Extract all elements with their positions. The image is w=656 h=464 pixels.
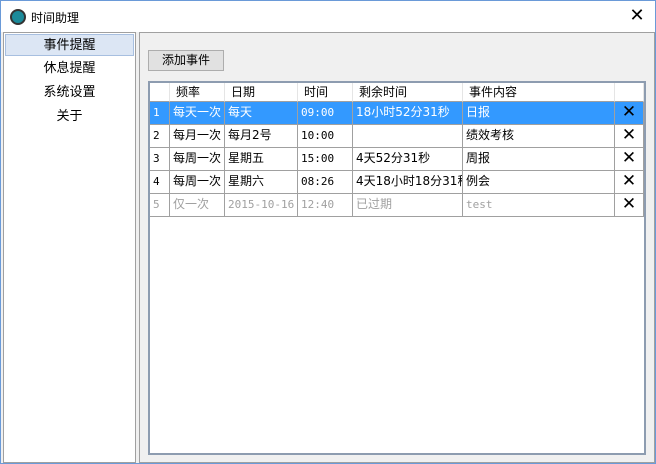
cell-content: 周报 (463, 148, 615, 171)
table-row[interactable]: 3 每周一次 星期五 15:00 4天52分31秒 周报 ✕ (150, 148, 644, 171)
cell-no: 4 (150, 171, 170, 194)
cell-content: 日报 (463, 102, 615, 125)
header-no (150, 83, 170, 102)
cell-time: 08:26 (298, 171, 353, 194)
delete-x-icon[interactable]: ✕ (615, 171, 644, 194)
cell-content: 例会 (463, 171, 615, 194)
cell-freq: 每月一次 (170, 125, 225, 148)
table-header: 频率 日期 时间 剩余时间 事件内容 (150, 83, 644, 102)
cell-freq: 每周一次 (170, 171, 225, 194)
cell-no: 3 (150, 148, 170, 171)
cell-content: 绩效考核 (463, 125, 615, 148)
header-remaining[interactable]: 剩余时间 (353, 83, 463, 102)
cell-date: 每月2号 (225, 125, 298, 148)
close-button[interactable]: ✕ (627, 5, 647, 26)
table-row[interactable]: 4 每周一次 星期六 08:26 4天18小时18分31秒 例会 ✕ (150, 171, 644, 194)
cell-remaining: 4天18小时18分31秒 (353, 171, 463, 194)
add-event-button[interactable]: 添加事件 (148, 50, 224, 71)
header-delete (615, 83, 644, 102)
window-title: 时间助理 (31, 11, 80, 25)
app-window: 时间助理 ✕ 事件提醒 休息提醒 系统设置 关于 添加事件 频率 日期 时间 剩… (0, 0, 656, 464)
cell-time: 15:00 (298, 148, 353, 171)
alarm-clock-icon (10, 9, 26, 25)
sidebar-item-settings[interactable]: 系统设置 (5, 82, 134, 104)
sidebar-item-event-reminder[interactable]: 事件提醒 (5, 34, 134, 56)
delete-x-icon[interactable]: ✕ (615, 125, 644, 148)
cell-remaining: 已过期 (353, 194, 463, 217)
cell-freq: 每周一次 (170, 148, 225, 171)
cell-time: 10:00 (298, 125, 353, 148)
cell-remaining (353, 125, 463, 148)
table-row[interactable]: 2 每月一次 每月2号 10:00 绩效考核 ✕ (150, 125, 644, 148)
table-row[interactable]: 1 每天一次 每天 09:00 18小时52分31秒 日报 ✕ (150, 102, 644, 125)
cell-freq: 仅一次 (170, 194, 225, 217)
cell-no: 1 (150, 102, 170, 125)
cell-remaining: 4天52分31秒 (353, 148, 463, 171)
delete-x-icon[interactable]: ✕ (615, 148, 644, 171)
header-frequency[interactable]: 频率 (170, 83, 225, 102)
cell-no: 2 (150, 125, 170, 148)
header-time[interactable]: 时间 (298, 83, 353, 102)
delete-x-icon[interactable]: ✕ (615, 102, 644, 125)
cell-date: 星期六 (225, 171, 298, 194)
header-date[interactable]: 日期 (225, 83, 298, 102)
sidebar-item-rest-reminder[interactable]: 休息提醒 (5, 58, 134, 80)
events-table: 频率 日期 时间 剩余时间 事件内容 1 每天一次 每天 09:00 18小时52分31… (148, 81, 646, 455)
cell-freq: 每天一次 (170, 102, 225, 125)
delete-x-icon[interactable]: ✕ (615, 194, 644, 217)
header-content[interactable]: 事件内容 (463, 83, 615, 102)
cell-remaining: 18小时52分31秒 (353, 102, 463, 125)
cell-no: 5 (150, 194, 170, 217)
title-bar: 时间助理 ✕ (1, 1, 655, 32)
cell-content: test (463, 194, 615, 217)
cell-time: 09:00 (298, 102, 353, 125)
main-panel: 添加事件 频率 日期 时间 剩余时间 事件内容 1 每天一次 每天 09:00 18小时… (139, 32, 655, 463)
cell-date: 星期五 (225, 148, 298, 171)
cell-time: 12:40 (298, 194, 353, 217)
sidebar: 事件提醒 休息提醒 系统设置 关于 (3, 32, 136, 463)
cell-date: 2015-10-16 (225, 194, 298, 217)
table-row[interactable]: 5 仅一次 2015-10-16 12:40 已过期 test ✕ (150, 194, 644, 217)
cell-date: 每天 (225, 102, 298, 125)
sidebar-item-about[interactable]: 关于 (5, 106, 134, 128)
